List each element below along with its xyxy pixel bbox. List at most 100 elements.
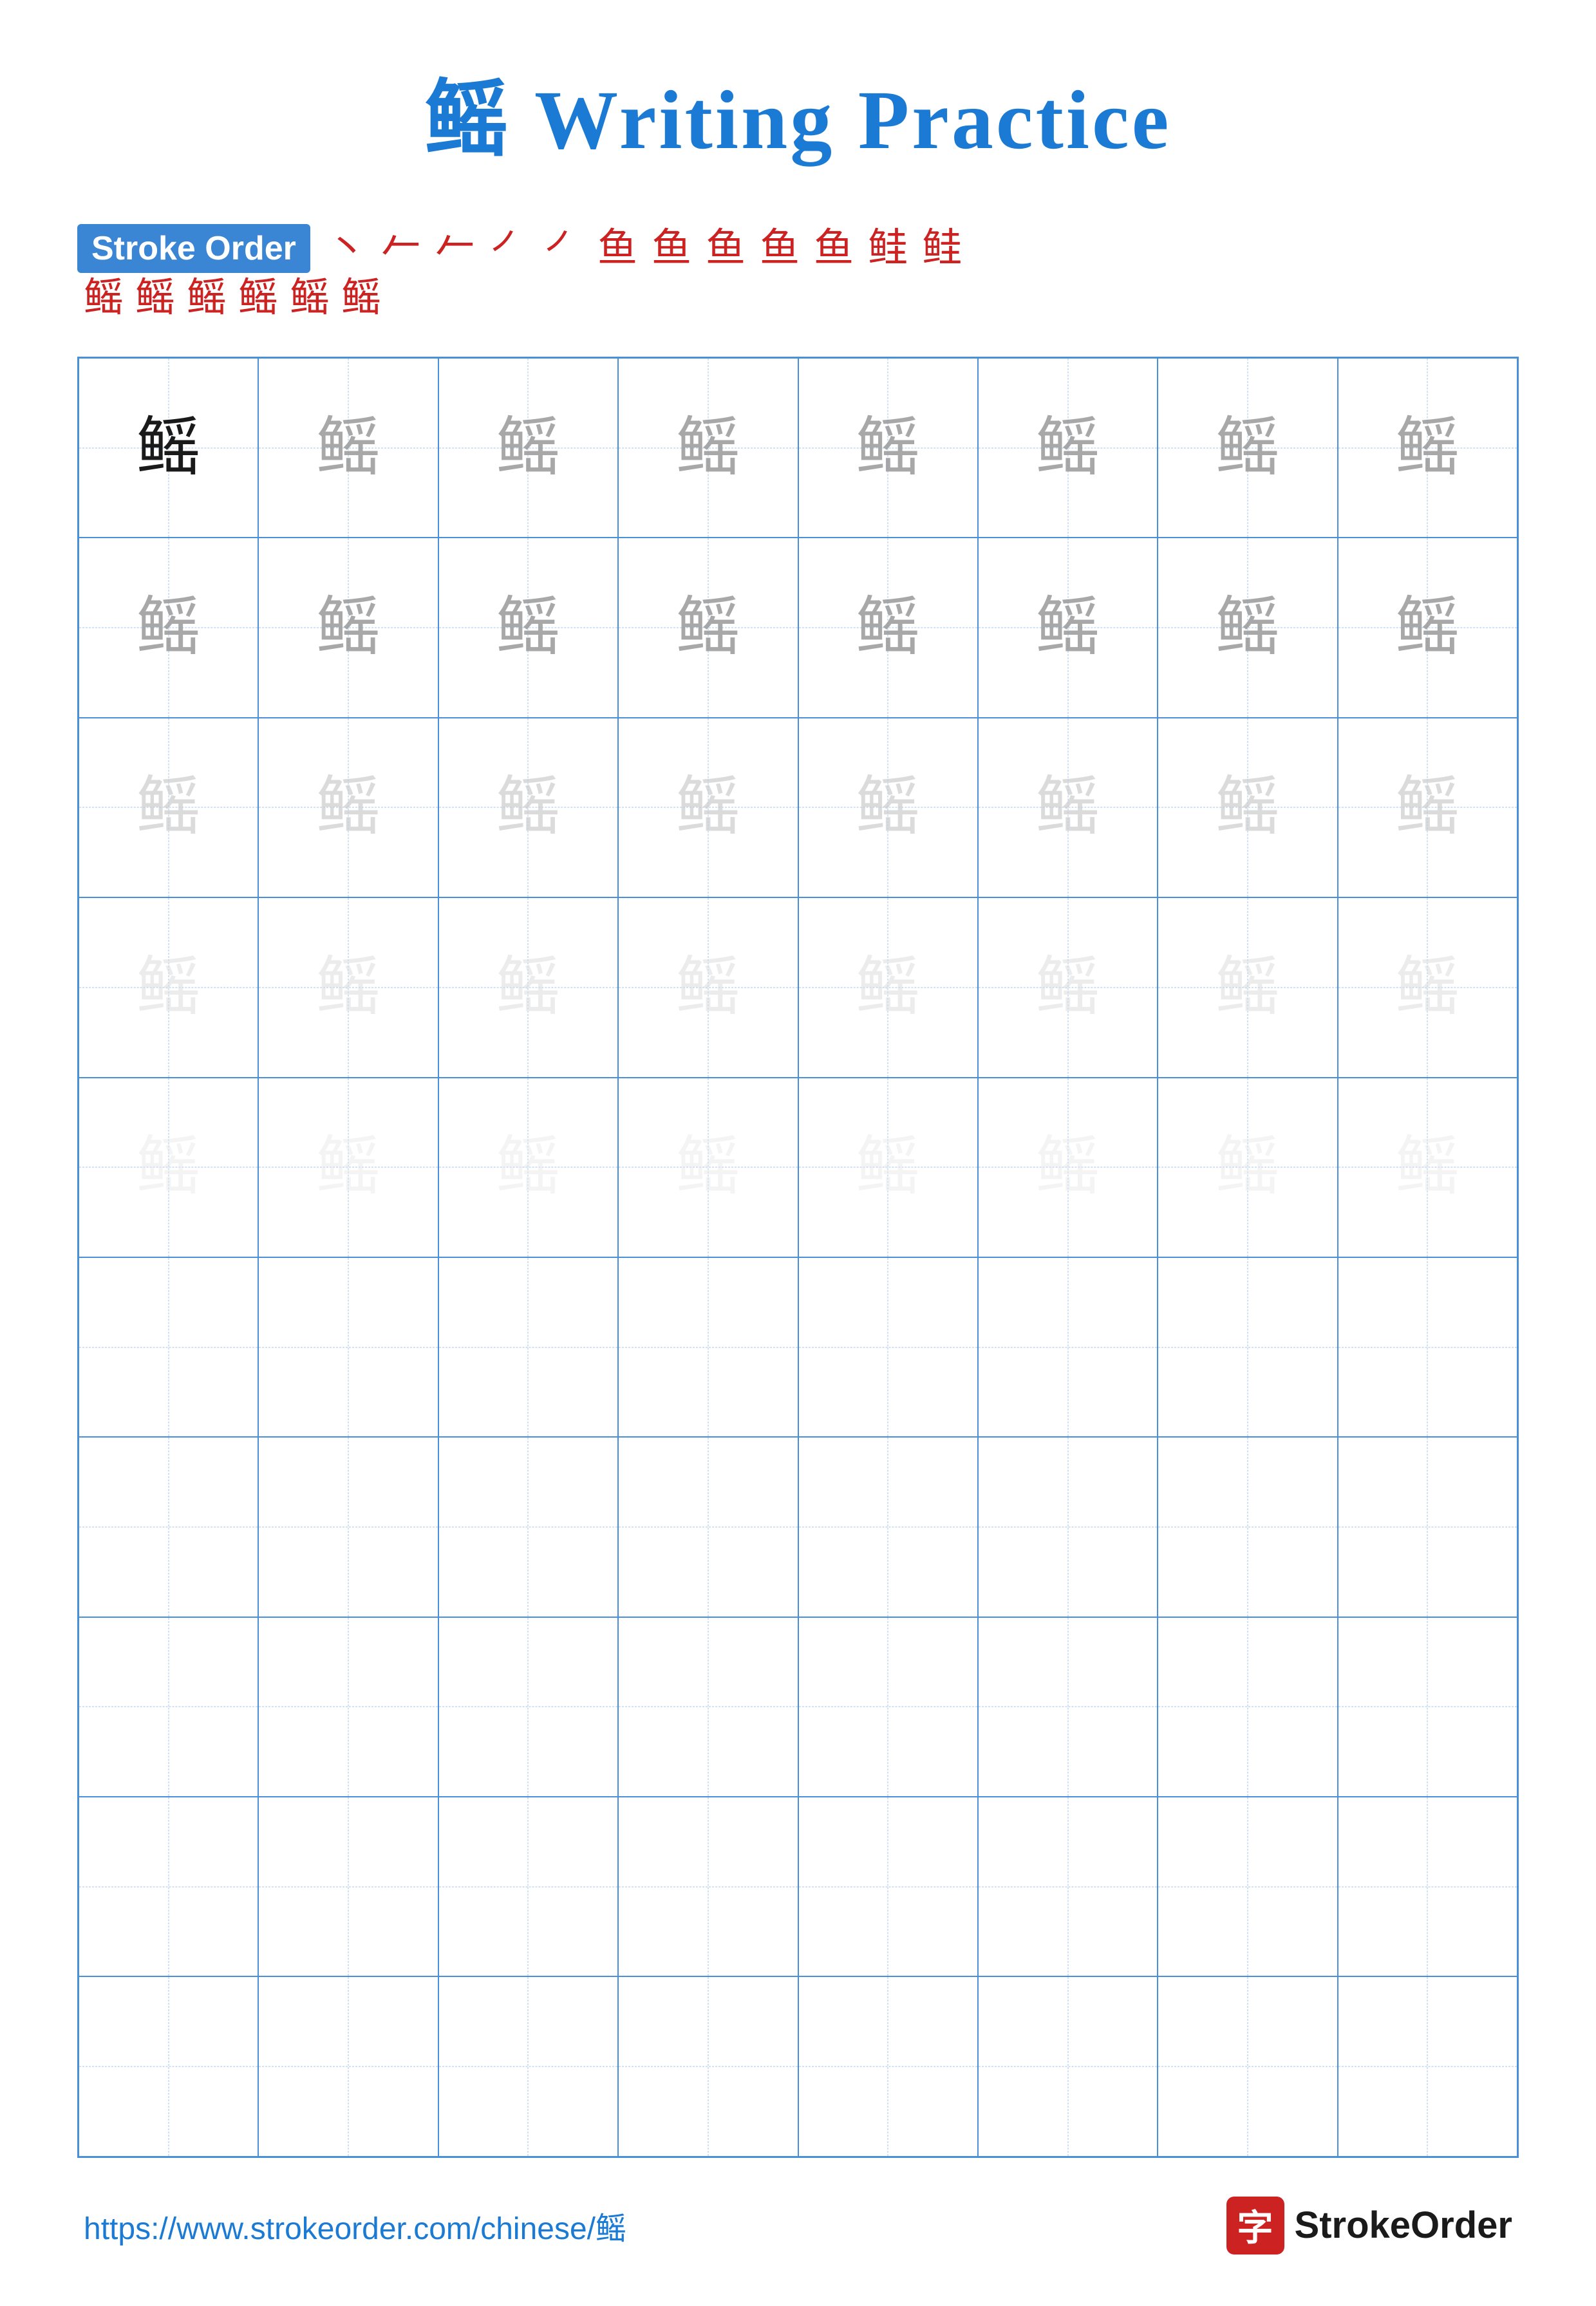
grid-cell-r4c8: 鳐 xyxy=(1338,897,1517,1077)
grid-cell-r10c4[interactable] xyxy=(618,1976,798,2156)
grid-cell-r6c8[interactable] xyxy=(1338,1257,1517,1437)
grid-cell-r7c5[interactable] xyxy=(798,1437,978,1617)
grid-cell-r6c6[interactable] xyxy=(978,1257,1158,1437)
stroke-9: 鱼 xyxy=(760,229,800,268)
grid-cell-r9c7[interactable] xyxy=(1158,1797,1337,1976)
grid-cell-r8c3[interactable] xyxy=(438,1617,618,1797)
grid-cell-r7c3[interactable] xyxy=(438,1437,618,1617)
practice-char: 鳐 xyxy=(136,1135,201,1199)
practice-char: 鳐 xyxy=(676,955,740,1020)
grid-cell-r5c3: 鳐 xyxy=(438,1078,618,1257)
footer-url: https://www.strokeorder.com/chinese/鳐 xyxy=(84,2203,626,2248)
grid-cell-r6c4[interactable] xyxy=(618,1257,798,1437)
practice-char: 鳐 xyxy=(676,416,740,480)
title-text: Writing Practice xyxy=(511,74,1172,167)
grid-cell-r1c4: 鳐 xyxy=(618,358,798,538)
grid-cell-r10c2[interactable] xyxy=(258,1976,438,2156)
stroke-13: 鳐 xyxy=(84,278,124,318)
grid-cell-r9c4[interactable] xyxy=(618,1797,798,1976)
grid-cell-r3c2: 鳐 xyxy=(258,718,438,897)
grid-cell-r1c7: 鳐 xyxy=(1158,358,1337,538)
grid-cell-r7c1[interactable] xyxy=(79,1437,258,1617)
practice-char: 鳐 xyxy=(856,1135,920,1199)
practice-char: 鳐 xyxy=(1036,955,1100,1020)
grid-cell-r7c8[interactable] xyxy=(1338,1437,1517,1617)
page-title: 鳐 Writing Practice xyxy=(425,52,1172,173)
practice-char: 鳐 xyxy=(1216,775,1280,839)
grid-cell-r2c5: 鳐 xyxy=(798,538,978,717)
practice-char: 鳐 xyxy=(856,595,920,660)
grid-cell-r9c3[interactable] xyxy=(438,1797,618,1976)
grid-cell-r5c1: 鳐 xyxy=(79,1078,258,1257)
grid-cell-r9c1[interactable] xyxy=(79,1797,258,1976)
grid-cell-r2c4: 鳐 xyxy=(618,538,798,717)
grid-cell-r8c7[interactable] xyxy=(1158,1617,1337,1797)
grid-cell-r9c6[interactable] xyxy=(978,1797,1158,1976)
footer: https://www.strokeorder.com/chinese/鳐 字 … xyxy=(77,2197,1519,2254)
grid-cell-r3c7: 鳐 xyxy=(1158,718,1337,897)
grid-cell-r8c6[interactable] xyxy=(978,1617,1158,1797)
stroke-order-section: Stroke Order 丶 𠂉 𠂉 ㇒ ㇒ 鱼 鱼 鱼 鱼 鱼 鲑 鲑 鳐 鳐… xyxy=(77,224,1519,318)
grid-cell-r3c1: 鳐 xyxy=(79,718,258,897)
practice-char: 鳐 xyxy=(316,416,380,480)
grid-cell-r8c8[interactable] xyxy=(1338,1617,1517,1797)
grid-cell-r5c2: 鳐 xyxy=(258,1078,438,1257)
title-char: 鳐 xyxy=(425,74,511,167)
practice-char: 鳐 xyxy=(316,775,380,839)
stroke-7: 鱼 xyxy=(652,229,691,268)
practice-char: 鳐 xyxy=(1395,955,1460,1020)
grid-cell-r3c3: 鳐 xyxy=(438,718,618,897)
grid-cell-r6c2[interactable] xyxy=(258,1257,438,1437)
grid-cell-r7c4[interactable] xyxy=(618,1437,798,1617)
practice-char: 鳐 xyxy=(136,775,201,839)
grid-cell-r9c2[interactable] xyxy=(258,1797,438,1976)
practice-char: 鳐 xyxy=(136,595,201,660)
stroke-order-row2: 鳐 鳐 鳐 鳐 鳐 鳐 xyxy=(77,278,1519,318)
grid-cell-r10c3[interactable] xyxy=(438,1976,618,2156)
practice-char: 鳐 xyxy=(496,595,560,660)
grid-cell-r2c3: 鳐 xyxy=(438,538,618,717)
practice-char: 鳐 xyxy=(856,955,920,1020)
grid-cell-r4c5: 鳐 xyxy=(798,897,978,1077)
practice-char: 鳐 xyxy=(496,955,560,1020)
practice-char: 鳐 xyxy=(496,1135,560,1199)
grid-cell-r6c5[interactable] xyxy=(798,1257,978,1437)
grid-cell-r10c6[interactable] xyxy=(978,1976,1158,2156)
practice-char: 鳐 xyxy=(1216,1135,1280,1199)
grid-cell-r10c7[interactable] xyxy=(1158,1976,1337,2156)
grid-cell-r10c5[interactable] xyxy=(798,1976,978,2156)
grid-cell-r4c1: 鳐 xyxy=(79,897,258,1077)
grid-cell-r6c3[interactable] xyxy=(438,1257,618,1437)
grid-cell-r8c1[interactable] xyxy=(79,1617,258,1797)
stroke-14: 鳐 xyxy=(135,278,175,318)
stroke-15: 鳐 xyxy=(187,278,227,318)
grid-cell-r6c1[interactable] xyxy=(79,1257,258,1437)
grid-cell-r8c5[interactable] xyxy=(798,1617,978,1797)
practice-char: 鳐 xyxy=(1395,1135,1460,1199)
grid-cell-r1c5: 鳐 xyxy=(798,358,978,538)
grid-cell-r2c8: 鳐 xyxy=(1338,538,1517,717)
grid-cell-r4c6: 鳐 xyxy=(978,897,1158,1077)
grid-cell-r10c8[interactable] xyxy=(1338,1976,1517,2156)
stroke-8: 鱼 xyxy=(706,229,746,268)
grid-cell-r7c6[interactable] xyxy=(978,1437,1158,1617)
practice-char: 鳐 xyxy=(316,595,380,660)
logo-char: 字 xyxy=(1237,2199,1273,2251)
grid-cell-r10c1[interactable] xyxy=(79,1976,258,2156)
grid-cell-r3c5: 鳐 xyxy=(798,718,978,897)
practice-char: 鳐 xyxy=(676,595,740,660)
grid-cell-r9c8[interactable] xyxy=(1338,1797,1517,1976)
grid-cell-r1c6: 鳐 xyxy=(978,358,1158,538)
stroke-2: 𠂉 xyxy=(381,229,421,268)
grid-cell-r6c7[interactable] xyxy=(1158,1257,1337,1437)
grid-cell-r7c2[interactable] xyxy=(258,1437,438,1617)
grid-cell-r3c4: 鳐 xyxy=(618,718,798,897)
grid-cell-r8c2[interactable] xyxy=(258,1617,438,1797)
grid-cell-r8c4[interactable] xyxy=(618,1617,798,1797)
grid-cell-r7c7[interactable] xyxy=(1158,1437,1337,1617)
practice-char: 鳐 xyxy=(856,416,920,480)
grid-cell-r9c5[interactable] xyxy=(798,1797,978,1976)
grid-cell-r3c6: 鳐 xyxy=(978,718,1158,897)
grid-cell-r2c1: 鳐 xyxy=(79,538,258,717)
grid-cell-r5c6: 鳐 xyxy=(978,1078,1158,1257)
